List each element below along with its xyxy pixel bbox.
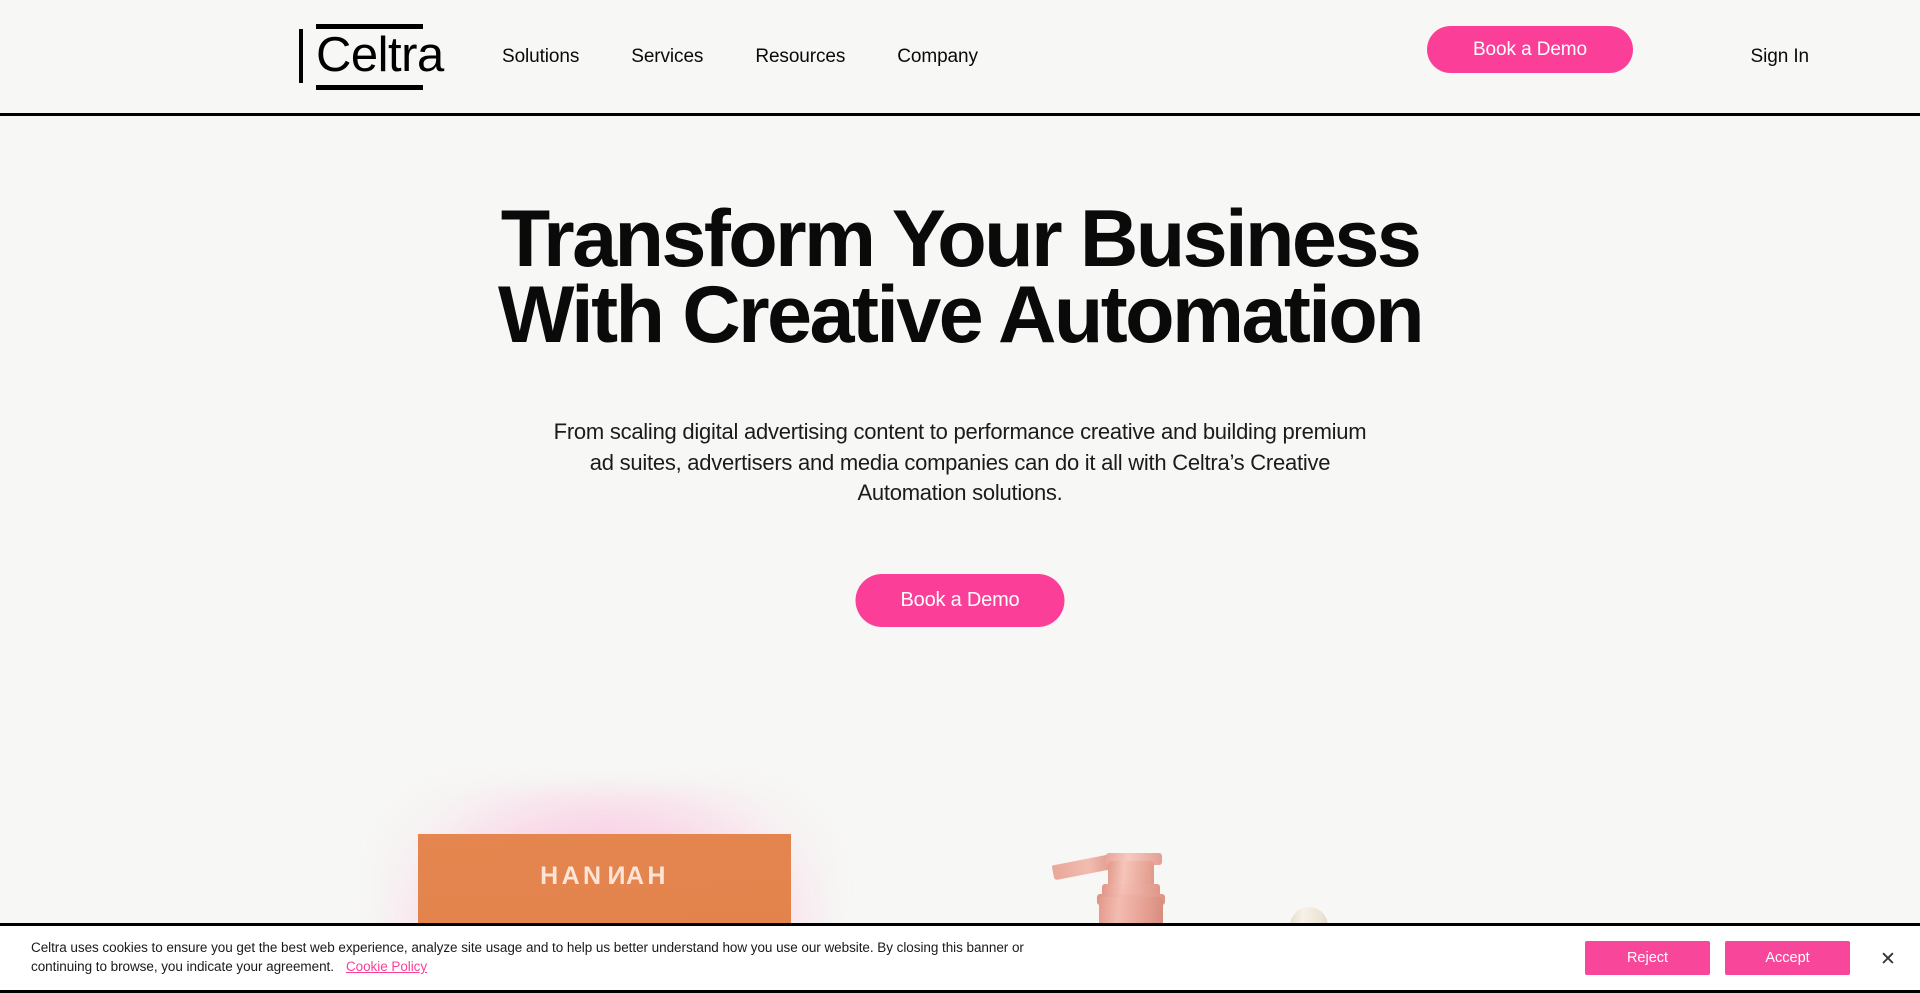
- celtra-logo[interactable]: Celtra: [299, 20, 444, 90]
- hero-title: Transform Your Business With Creative Au…: [498, 194, 1425, 360]
- package-brand-part1: HAN: [540, 862, 605, 890]
- nav-item-solutions[interactable]: Solutions: [500, 40, 581, 74]
- pump-spout: [1051, 854, 1114, 881]
- cookie-policy-link[interactable]: Cookie Policy: [346, 959, 427, 974]
- nav-item-company[interactable]: Company: [895, 40, 980, 74]
- hero-book-a-demo-button[interactable]: Book a Demo: [855, 574, 1065, 627]
- site-header: Celtra Solutions Services Resources Comp…: [0, 0, 1920, 116]
- cookie-banner-text: Celtra uses cookies to ensure you get th…: [31, 938, 1041, 976]
- logo-vertical-bar-icon: [299, 29, 303, 83]
- header-book-a-demo-button[interactable]: Book a Demo: [1427, 26, 1633, 73]
- package-brand-flipped-letter: N: [604, 862, 626, 890]
- cookie-accept-button[interactable]: Accept: [1725, 941, 1850, 975]
- nav-item-services[interactable]: Services: [629, 40, 705, 74]
- package-brand-part2: AH: [625, 862, 669, 890]
- header-actions: Sign In: [1751, 0, 1920, 113]
- logo-bottom-rule-icon: [316, 85, 423, 90]
- nav-item-resources[interactable]: Resources: [753, 40, 847, 74]
- logo-wordmark: Celtra: [316, 28, 444, 82]
- cookie-consent-banner: Celtra uses cookies to ensure you get th…: [0, 923, 1920, 993]
- sign-in-link[interactable]: Sign In: [1751, 46, 1810, 68]
- hero-subtitle: From scaling digital advertising content…: [553, 419, 1367, 505]
- cookie-reject-button[interactable]: Reject: [1585, 941, 1710, 975]
- cookie-banner-message: Celtra uses cookies to ensure you get th…: [31, 940, 1024, 974]
- cookie-banner-actions: Reject Accept: [1585, 926, 1850, 990]
- package-brand-text: HANNAH: [418, 862, 791, 891]
- close-icon[interactable]: ✕: [1874, 945, 1902, 973]
- main-navigation: Solutions Services Resources Company: [500, 0, 980, 113]
- hero-section: Transform Your Business With Creative Au…: [0, 116, 1920, 993]
